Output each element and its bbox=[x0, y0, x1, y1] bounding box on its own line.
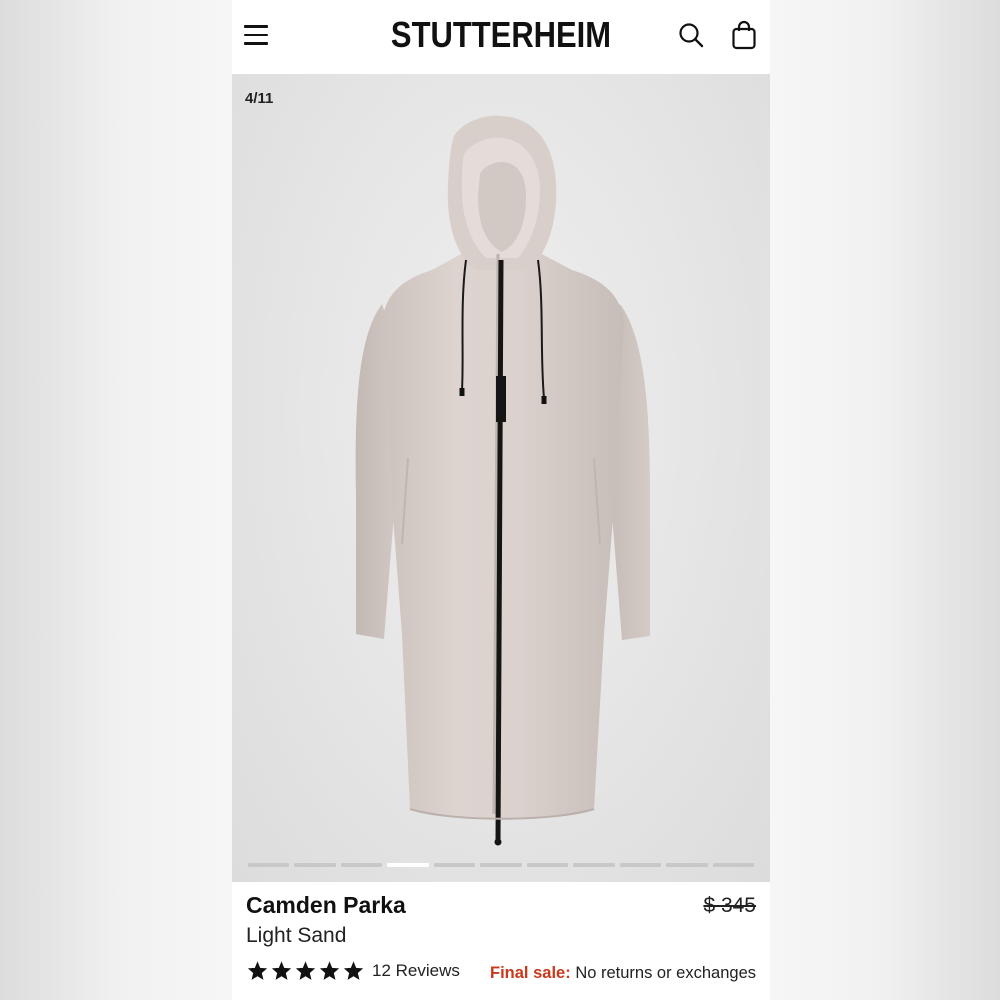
site-header: STUTTERHEIM bbox=[232, 0, 770, 74]
gallery-dot[interactable] bbox=[712, 863, 754, 867]
final-sale-text: No returns or exchanges bbox=[575, 964, 756, 982]
gallery-dot[interactable] bbox=[480, 863, 522, 867]
product-info: Camden Parka $ 345 Light Sand 12 Reviews… bbox=[232, 882, 770, 1000]
gallery-dot[interactable] bbox=[294, 863, 336, 867]
reviews-link[interactable]: 12 Reviews bbox=[372, 961, 460, 981]
star-icon bbox=[271, 961, 292, 980]
product-image bbox=[355, 115, 650, 846]
product-title: Camden Parka bbox=[246, 892, 406, 918]
product-price: $ 345 bbox=[703, 894, 756, 917]
star-icon bbox=[343, 961, 364, 980]
gallery-dot[interactable] bbox=[526, 863, 569, 867]
gallery-dot[interactable] bbox=[573, 863, 615, 867]
gallery-dot[interactable] bbox=[340, 863, 383, 867]
gallery-dot[interactable] bbox=[248, 863, 290, 867]
gallery-dot[interactable] bbox=[666, 863, 708, 867]
product-rating[interactable]: 12 Reviews bbox=[246, 960, 460, 982]
star-rating bbox=[246, 960, 365, 982]
final-sale-notice: Final sale: No returns or exchanges bbox=[490, 964, 756, 983]
gallery-pagination bbox=[248, 863, 754, 867]
shopping-bag-icon[interactable] bbox=[731, 20, 757, 50]
hamburger-menu-icon[interactable] bbox=[244, 22, 270, 48]
gallery-dot[interactable] bbox=[619, 863, 662, 867]
star-icon bbox=[295, 961, 316, 980]
star-icon bbox=[319, 961, 340, 980]
gallery-dot-active[interactable] bbox=[387, 863, 429, 867]
mobile-page: STUTTERHEIM 4/11 Camden Parka $ 345 Ligh… bbox=[232, 0, 770, 1000]
search-icon[interactable] bbox=[678, 22, 704, 48]
brand-logo[interactable]: STUTTERHEIM bbox=[270, 14, 733, 56]
star-icon bbox=[247, 961, 268, 980]
product-image-gallery[interactable]: 4/11 bbox=[232, 74, 770, 882]
product-color: Light Sand bbox=[246, 924, 347, 947]
gallery-dot[interactable] bbox=[433, 863, 476, 867]
final-sale-label: Final sale: bbox=[490, 964, 571, 982]
